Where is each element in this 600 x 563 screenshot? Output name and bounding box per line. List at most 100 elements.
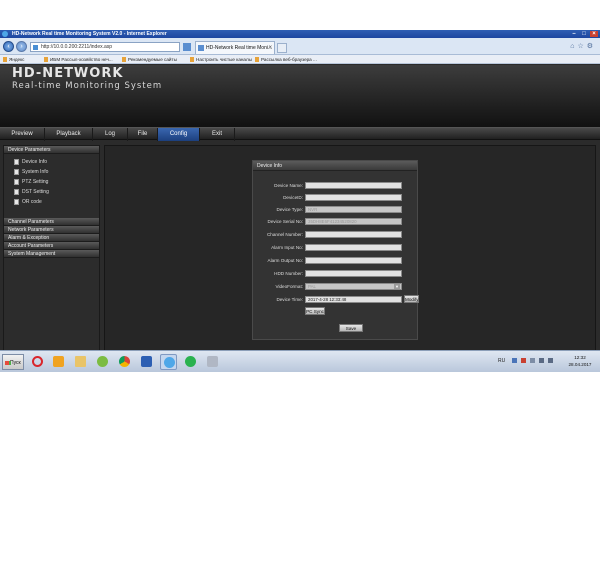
back-button[interactable]: ‹ <box>3 41 14 52</box>
favorite-item[interactable]: Рекомендуемые сайты <box>122 55 177 63</box>
system-clock[interactable]: 12:32 28.04.2017 <box>563 354 597 368</box>
favorite-item[interactable]: Яндекс <box>3 55 24 63</box>
document-icon <box>14 189 19 195</box>
video-format-select[interactable]: PAL ▼ <box>305 283 402 290</box>
alarm-input-number-input[interactable] <box>305 244 402 251</box>
sidebar-section-account-parameters[interactable]: Account Parameters <box>4 242 99 250</box>
favorite-item[interactable]: ИБМ Рассыл-хозяйство неч... <box>44 55 113 63</box>
forward-button[interactable]: › <box>16 41 27 52</box>
favorite-page-icon <box>190 57 194 62</box>
tray-volume-icon[interactable] <box>548 358 553 363</box>
tray-alert-icon[interactable] <box>521 358 526 363</box>
browser-tab[interactable]: HD-Network Real time Moni... × <box>195 41 275 54</box>
document-icon <box>14 199 19 205</box>
device-parameters-list: Device Info System Info PTZ Setting DST … <box>4 154 99 210</box>
sidebar-section-device-parameters[interactable]: Device Parameters <box>4 146 99 154</box>
field-video-format: VideoFormat: PAL ▼ <box>253 282 419 291</box>
sidebar-item-system-info[interactable]: System Info <box>4 167 99 177</box>
tab-icon <box>198 45 204 51</box>
close-window-button[interactable]: × <box>590 31 598 37</box>
field-device-serial: Device Serial No: 35DH8E6F41234520820 <box>253 217 419 226</box>
device-time-input[interactable]: 2017-4-28 12:33:48 <box>305 296 402 303</box>
maximize-button[interactable]: □ <box>580 31 588 37</box>
opera-icon <box>32 356 43 367</box>
tray-app-icon[interactable] <box>512 358 517 363</box>
window-title: HD-Network Real time Monitoring System V… <box>12 31 167 37</box>
media-player-icon <box>53 356 64 367</box>
favorite-item[interactable]: Настроить чистые каналы <box>190 55 252 63</box>
network-icon <box>141 356 152 367</box>
document-icon <box>14 169 19 175</box>
menu-file[interactable]: File <box>128 128 158 141</box>
sidebar-item-device-info[interactable]: Device Info <box>4 157 99 167</box>
misc-taskbar-button[interactable] <box>204 354 221 370</box>
field-channel-number: Channel Number: <box>253 230 419 239</box>
home-star-gear-icons[interactable]: ⌂☆⚙ <box>570 42 596 50</box>
device-type-input: NVR <box>305 206 402 213</box>
opera-taskbar-button[interactable] <box>29 354 46 370</box>
chrome-taskbar-button[interactable] <box>116 354 133 370</box>
windows-flag-icon <box>5 361 9 365</box>
folder-icon <box>75 356 86 367</box>
sidebar-section-alarm-exception[interactable]: Alarm & Exception <box>4 234 99 242</box>
menu-playback[interactable]: Playback <box>45 128 93 141</box>
favorite-item[interactable]: Рассылка веб-браузера ... <box>255 55 317 63</box>
field-label: Alarm Output No: <box>267 258 304 263</box>
ie-taskbar-button[interactable] <box>160 354 177 370</box>
start-button[interactable]: Пуск <box>2 354 24 370</box>
minimize-button[interactable]: – <box>570 31 578 37</box>
explorer-taskbar-button[interactable] <box>72 354 89 370</box>
field-label: Device Name: <box>274 183 303 188</box>
menu-exit[interactable]: Exit <box>200 128 235 141</box>
windows-taskbar: Пуск RU 12:32 28.04.2017 <box>0 350 600 372</box>
tab-close-icon[interactable]: × <box>268 42 272 54</box>
refresh-icon[interactable] <box>183 43 191 51</box>
field-label: HDD Number: <box>274 271 303 276</box>
device-name-input[interactable] <box>305 182 402 189</box>
sidebar-section-system-management[interactable]: System Management <box>4 250 99 258</box>
sidebar-item-dst-setting[interactable]: DST Setting <box>4 187 99 197</box>
tab-title: HD-Network Real time Moni... <box>206 45 273 51</box>
document-icon <box>14 179 19 185</box>
address-text: http://10.0.0.200:2211/index.asp <box>41 44 113 50</box>
config-sidebar: Device Parameters Device Info System Inf… <box>3 145 100 372</box>
field-device-time: Device Time: 2017-4-28 12:33:48 Modify <box>253 295 419 304</box>
sidebar-section-channel-parameters[interactable]: Channel Parameters <box>4 218 99 226</box>
menu-log[interactable]: Log <box>93 128 128 141</box>
menu-config[interactable]: Config <box>158 128 200 141</box>
menu-preview[interactable]: Preview <box>0 128 45 141</box>
whatsapp-icon <box>185 356 196 367</box>
channel-number-input[interactable] <box>305 231 402 238</box>
favorites-bar: Яндекс ИБМ Рассыл-хозяйство неч... Реком… <box>0 55 600 64</box>
whatsapp-taskbar-button[interactable] <box>182 354 199 370</box>
save-button[interactable]: Save <box>339 324 363 332</box>
field-hdd-number: HDD Number: <box>253 269 419 278</box>
application-icon <box>207 356 218 367</box>
tray-up-arrow-icon[interactable] <box>530 358 535 363</box>
internet-explorer-icon <box>164 357 175 368</box>
hdd-number-input[interactable] <box>305 270 402 277</box>
sidebar-item-ptz-setting[interactable]: PTZ Setting <box>4 177 99 187</box>
sidebar-section-network-parameters[interactable]: Network Parameters <box>4 226 99 234</box>
media-player-taskbar-button[interactable] <box>50 354 67 370</box>
alarm-output-number-input[interactable] <box>305 257 402 264</box>
field-label: DeviceID: <box>283 195 303 200</box>
modify-button[interactable]: Modify <box>404 295 419 303</box>
network-taskbar-button[interactable] <box>138 354 155 370</box>
language-indicator[interactable]: RU <box>498 358 505 364</box>
tray-network-icon[interactable] <box>539 358 544 363</box>
new-tab-button[interactable] <box>277 43 287 53</box>
page-icon <box>33 45 38 50</box>
favorite-page-icon <box>122 57 126 62</box>
screen: HD-Network Real time Monitoring System V… <box>0 30 600 372</box>
utorrent-taskbar-button[interactable] <box>94 354 111 370</box>
favorite-star-icon <box>3 57 7 62</box>
chevron-down-icon: ▼ <box>394 284 400 289</box>
device-id-input[interactable] <box>305 194 402 201</box>
field-device-id: DeviceID: <box>253 193 419 202</box>
panel-title: Device Info <box>253 161 417 171</box>
pc-sync-button[interactable]: PC Sync <box>305 307 325 315</box>
address-input[interactable]: http://10.0.0.200:2211/index.asp <box>30 42 180 52</box>
field-alarm-output: Alarm Output No: <box>253 256 419 265</box>
sidebar-item-qr-code[interactable]: OR code <box>4 197 99 207</box>
